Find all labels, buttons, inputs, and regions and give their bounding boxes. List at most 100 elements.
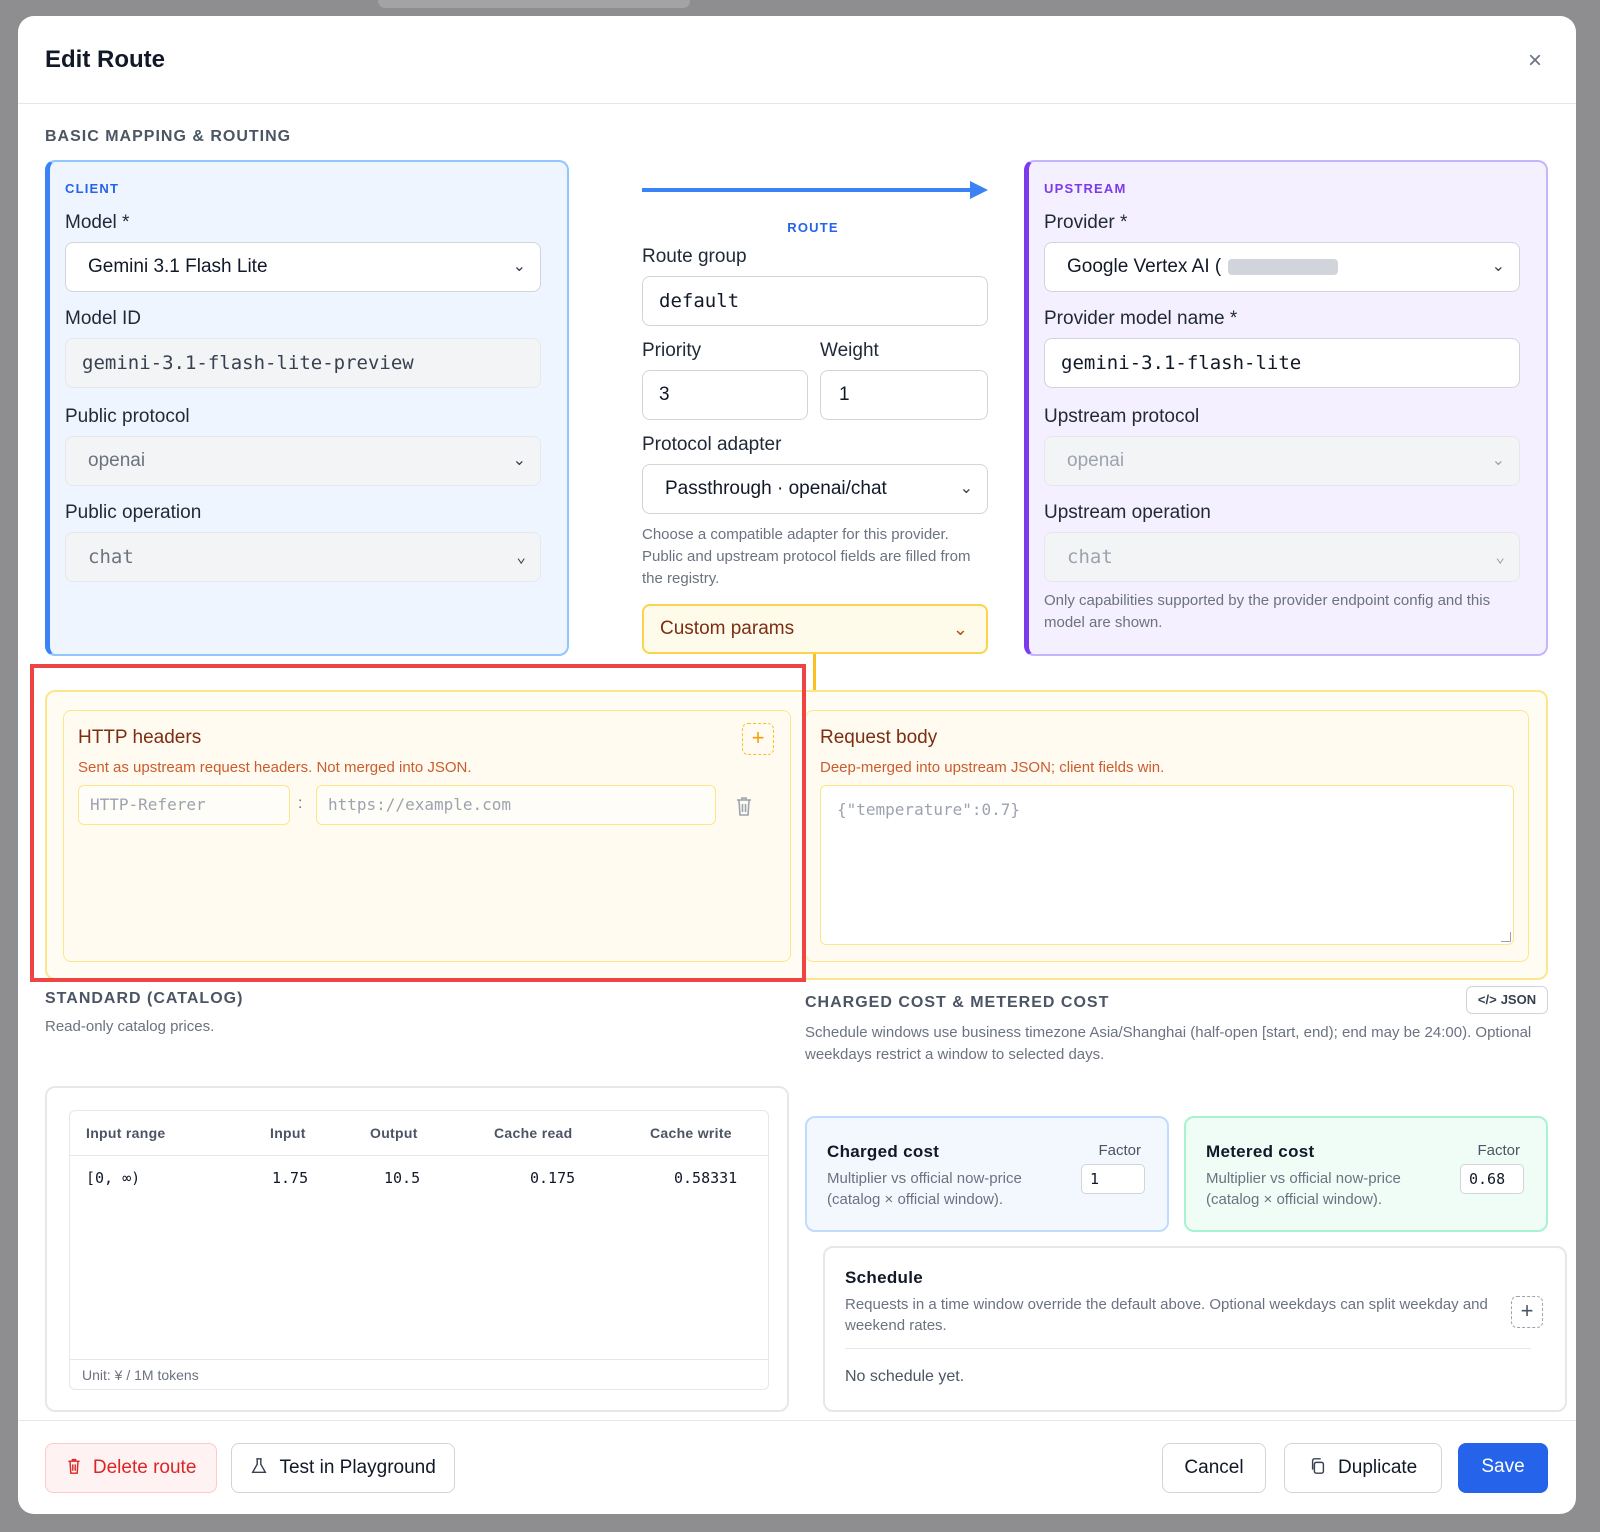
save-button[interactable]: Save <box>1458 1443 1548 1493</box>
metered-factor-input[interactable]: 0.68 <box>1460 1164 1524 1194</box>
metered-factor-label: Factor <box>1477 1142 1520 1159</box>
close-icon[interactable]: × <box>1524 49 1546 73</box>
add-schedule-button[interactable]: + <box>1511 1296 1543 1328</box>
column-header: Input <box>270 1125 306 1141</box>
weight-label: Weight <box>820 340 879 361</box>
column-header: Output <box>370 1125 418 1141</box>
chevron-down-icon: ⌄ <box>952 619 968 639</box>
chevron-down-icon: ⌄ <box>512 258 526 275</box>
save-label: Save <box>1481 1456 1525 1477</box>
route-group-input[interactable]: default <box>642 276 988 326</box>
trash-icon <box>66 1457 87 1478</box>
request-body-card: Request body Deep-merged into upstream J… <box>805 710 1529 962</box>
delete-route-button[interactable]: Delete route <box>45 1443 217 1493</box>
upstream-protocol-value: openai <box>1067 450 1125 471</box>
table-cell: [0, ∞) <box>86 1169 141 1187</box>
model-select[interactable]: Gemini 3.1 Flash Lite ⌄ <box>65 242 541 292</box>
standard-catalog-subtitle: Read-only catalog prices. <box>45 1018 215 1035</box>
highlight-annotation <box>30 664 806 982</box>
modal-title: Edit Route <box>45 46 165 73</box>
route-tag: ROUTE <box>787 220 839 235</box>
request-body-title: Request body <box>820 727 938 748</box>
public-operation-label: Public operation <box>65 502 202 523</box>
json-toggle-button[interactable]: </> JSON <box>1466 986 1548 1014</box>
chevron-down-icon: ⌄ <box>1491 452 1505 469</box>
schedule-card: Schedule Requests in a time window overr… <box>823 1246 1567 1412</box>
model-id-field[interactable]: gemini-3.1-flash-lite-preview <box>65 338 541 388</box>
custom-params-toggle[interactable]: Custom params ⌄ <box>642 604 988 654</box>
protocol-adapter-label: Protocol adapter <box>642 434 782 455</box>
charged-factor-input[interactable]: 1 <box>1081 1164 1145 1194</box>
request-body-subtitle: Deep-merged into upstream JSON; client f… <box>820 759 1165 776</box>
standard-catalog-title: STANDARD (CATALOG) <box>45 990 244 1007</box>
charged-cost-desc: Multiplier vs official now-price (catalo… <box>827 1170 1022 1208</box>
public-protocol-label: Public protocol <box>65 406 190 427</box>
test-in-playground-label: Test in Playground <box>279 1457 436 1478</box>
modal-header: Edit Route × <box>18 16 1576 104</box>
duplicate-button[interactable]: Duplicate <box>1284 1443 1442 1493</box>
weight-input[interactable]: 1 <box>820 370 988 420</box>
provider-value: Google Vertex AI ( <box>1067 256 1222 277</box>
json-button-label: JSON <box>1500 992 1537 1007</box>
protocol-adapter-select[interactable]: Passthrough · openai/chat ⌄ <box>642 464 988 514</box>
upstream-tag: UPSTREAM <box>1044 181 1127 196</box>
public-protocol-select[interactable]: openai ⌄ <box>65 436 541 486</box>
route-group-label: Route group <box>642 246 747 267</box>
catalog-price-table: Input range Input Output Cache read Cach… <box>69 1110 769 1390</box>
metered-cost-title: Metered cost <box>1206 1142 1315 1161</box>
upstream-operation-value: chat <box>1067 546 1113 568</box>
schedule-divider <box>845 1348 1531 1349</box>
metered-factor-value: 0.68 <box>1469 1170 1506 1188</box>
charged-factor-value: 1 <box>1090 1170 1100 1188</box>
table-cell: 0.175 <box>530 1169 576 1187</box>
section-basic-mapping: BASIC MAPPING & ROUTING <box>45 128 292 145</box>
chevron-down-icon: ⌄ <box>1491 258 1505 275</box>
client-tag: CLIENT <box>65 181 120 196</box>
redacted-blur <box>1228 258 1339 275</box>
chevron-down-icon: ⌄ <box>959 480 973 497</box>
chevron-down-icon: ⌄ <box>516 547 526 566</box>
priority-label: Priority <box>642 340 702 361</box>
provider-model-input[interactable]: gemini-3.1-flash-lite <box>1044 338 1520 388</box>
copy-icon <box>1309 1457 1332 1478</box>
table-cell: 1.75 <box>272 1169 309 1187</box>
provider-label: Provider * <box>1044 212 1128 233</box>
priority-input[interactable]: 3 <box>642 370 808 420</box>
provider-model-value: gemini-3.1-flash-lite <box>1061 352 1302 374</box>
price-unit: Unit: ¥ / 1M tokens <box>82 1367 199 1383</box>
resize-handle-icon[interactable] <box>1501 932 1511 942</box>
table-footer-divider <box>70 1359 768 1360</box>
custom-params-connector <box>813 654 816 690</box>
upstream-operation-select[interactable]: chat ⌄ <box>1044 532 1520 582</box>
chevron-down-icon: ⌄ <box>512 452 526 469</box>
schedule-title: Schedule <box>845 1268 923 1287</box>
protocol-adapter-hint: Choose a compatible adapter for this pro… <box>642 526 971 587</box>
route-arrow-line <box>642 188 972 192</box>
metered-cost-card: Metered cost Multiplier vs official now-… <box>1184 1116 1548 1232</box>
chevron-down-icon: ⌄ <box>1495 547 1505 566</box>
provider-select[interactable]: Google Vertex AI ( ⌄ <box>1044 242 1520 292</box>
test-in-playground-button[interactable]: Test in Playground <box>231 1443 455 1493</box>
model-label: Model * <box>65 212 130 233</box>
weight-value: 1 <box>839 384 850 405</box>
upstream-protocol-label: Upstream protocol <box>1044 406 1200 427</box>
cancel-button[interactable]: Cancel <box>1162 1443 1266 1493</box>
schedule-empty: No schedule yet. <box>845 1368 965 1385</box>
upstream-protocol-select[interactable]: openai ⌄ <box>1044 436 1520 486</box>
request-body-textarea[interactable]: {"temperature":0.7} <box>820 785 1514 945</box>
public-protocol-value: openai <box>88 450 146 471</box>
upstream-operation-hint: Only capabilities supported by the provi… <box>1044 592 1491 631</box>
charged-cost-title: Charged cost <box>827 1142 940 1161</box>
route-group-value: default <box>659 290 740 312</box>
cancel-label: Cancel <box>1184 1457 1244 1478</box>
public-operation-value: chat <box>88 546 134 568</box>
route-arrow-head-icon <box>970 181 988 199</box>
costs-description: Schedule windows use business timezone A… <box>805 1024 1532 1063</box>
background-card <box>378 0 690 8</box>
model-id-label: Model ID <box>65 308 142 329</box>
charged-cost-card: Charged cost Multiplier vs official now-… <box>805 1116 1169 1232</box>
code-icon: </> <box>1477 992 1497 1007</box>
priority-value: 3 <box>659 384 670 405</box>
public-operation-select[interactable]: chat ⌄ <box>65 532 541 582</box>
column-header: Input range <box>86 1125 166 1141</box>
